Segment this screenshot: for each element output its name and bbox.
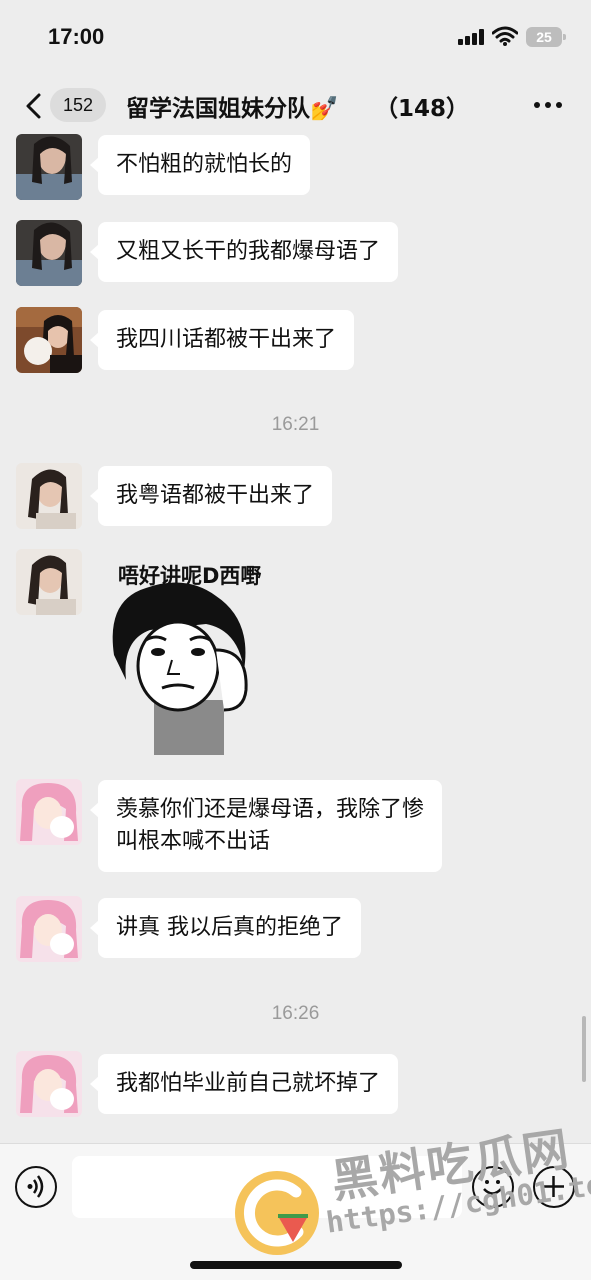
back-icon[interactable] <box>22 92 44 120</box>
wifi-icon <box>492 26 518 46</box>
avatar[interactable] <box>16 307 82 373</box>
watermark: 黑料吃瓜网 https://cgh01.top <box>232 1122 591 1258</box>
message-text: 不怕粗的就怕长的 <box>116 152 293 177</box>
avatar[interactable] <box>16 1051 82 1117</box>
more-options-icon[interactable] <box>534 102 564 110</box>
meme-sticker-image[interactable] <box>106 560 256 755</box>
voice-input-button[interactable] <box>15 1166 57 1208</box>
message-text: 我都怕毕业前自己就坏掉了 <box>116 1071 381 1096</box>
message-bubble[interactable]: 不怕粗的就怕长的 <box>89 135 311 195</box>
watermark-logo-icon <box>235 1171 319 1255</box>
message-bubble[interactable]: 羡慕你们还是爆母语，我除了惨 叫根本喊不出话 <box>89 780 443 872</box>
avatar[interactable] <box>16 549 82 615</box>
avatar[interactable] <box>16 134 82 200</box>
nail-polish-emoji: 💅 <box>310 96 339 122</box>
battery-icon: 25 <box>526 27 566 47</box>
message-bubble[interactable]: 我都怕毕业前自己就坏掉了 <box>89 1054 399 1114</box>
message-bubble[interactable]: 又粗又长干的我都爆母语了 <box>89 222 399 282</box>
group-title[interactable]: 留学法国姐妹分队💅 <box>126 89 339 123</box>
message-text-line: 羡慕你们还是爆母语，我除了惨 <box>116 797 425 822</box>
unread-count-badge[interactable]: 152 <box>50 88 106 122</box>
group-title-text: 留学法国姐妹分队 <box>126 96 310 122</box>
message-bubble[interactable]: 我四川话都被干出来了 <box>89 310 355 370</box>
message-timestamp: 16:26 <box>271 1003 320 1024</box>
avatar[interactable] <box>16 220 82 286</box>
home-indicator <box>190 1261 402 1269</box>
group-member-count: （148） <box>375 96 470 122</box>
signal-icon <box>458 29 486 45</box>
message-timestamp: 16:21 <box>271 414 320 435</box>
message-text: 讲真 我以后真的拒绝了 <box>116 915 343 940</box>
message-bubble[interactable]: 我粤语都被干出来了 <box>89 466 333 526</box>
message-text: 我粤语都被干出来了 <box>116 483 315 508</box>
status-time: 17:00 <box>48 24 105 49</box>
chat-header: 152 留学法国姐妹分队💅 （148） <box>0 74 591 136</box>
avatar[interactable] <box>16 896 82 962</box>
message-text-line: 叫根本喊不出话 <box>116 829 271 854</box>
message-bubble[interactable]: 讲真 我以后真的拒绝了 <box>90 898 361 958</box>
message-text: 又粗又长干的我都爆母语了 <box>116 239 381 264</box>
avatar[interactable] <box>16 463 82 529</box>
avatar[interactable] <box>16 779 82 845</box>
scrollbar[interactable] <box>582 1016 586 1082</box>
message-text: 我四川话都被干出来了 <box>116 327 337 352</box>
status-bar: 17:00 25 <box>0 0 591 74</box>
voice-icon <box>27 1175 44 1198</box>
